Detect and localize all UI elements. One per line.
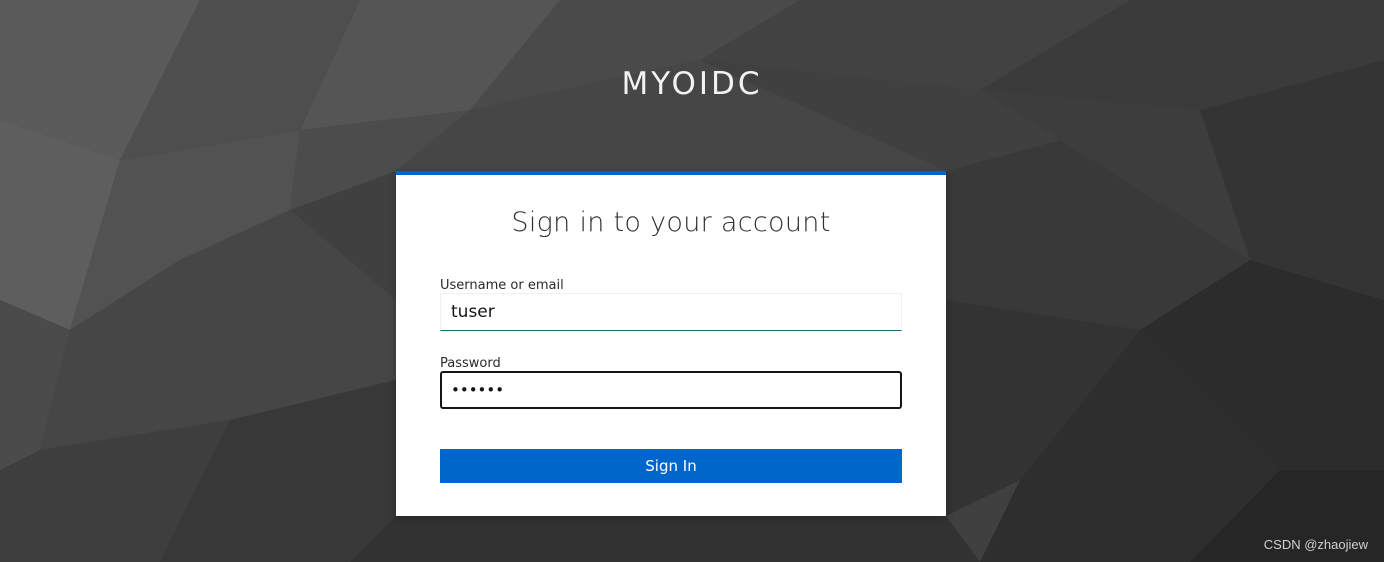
password-label: Password xyxy=(440,356,501,371)
sign-in-button[interactable]: Sign In xyxy=(440,449,902,483)
username-label: Username or email xyxy=(440,278,564,293)
watermark: CSDN @zhaojiew xyxy=(1263,537,1368,552)
login-card: Sign in to your account Username or emai… xyxy=(396,171,946,516)
login-heading: Sign in to your account xyxy=(511,207,831,238)
password-field[interactable] xyxy=(440,371,902,409)
realm-title: MYOIDC xyxy=(621,66,763,102)
username-field[interactable] xyxy=(440,293,902,331)
